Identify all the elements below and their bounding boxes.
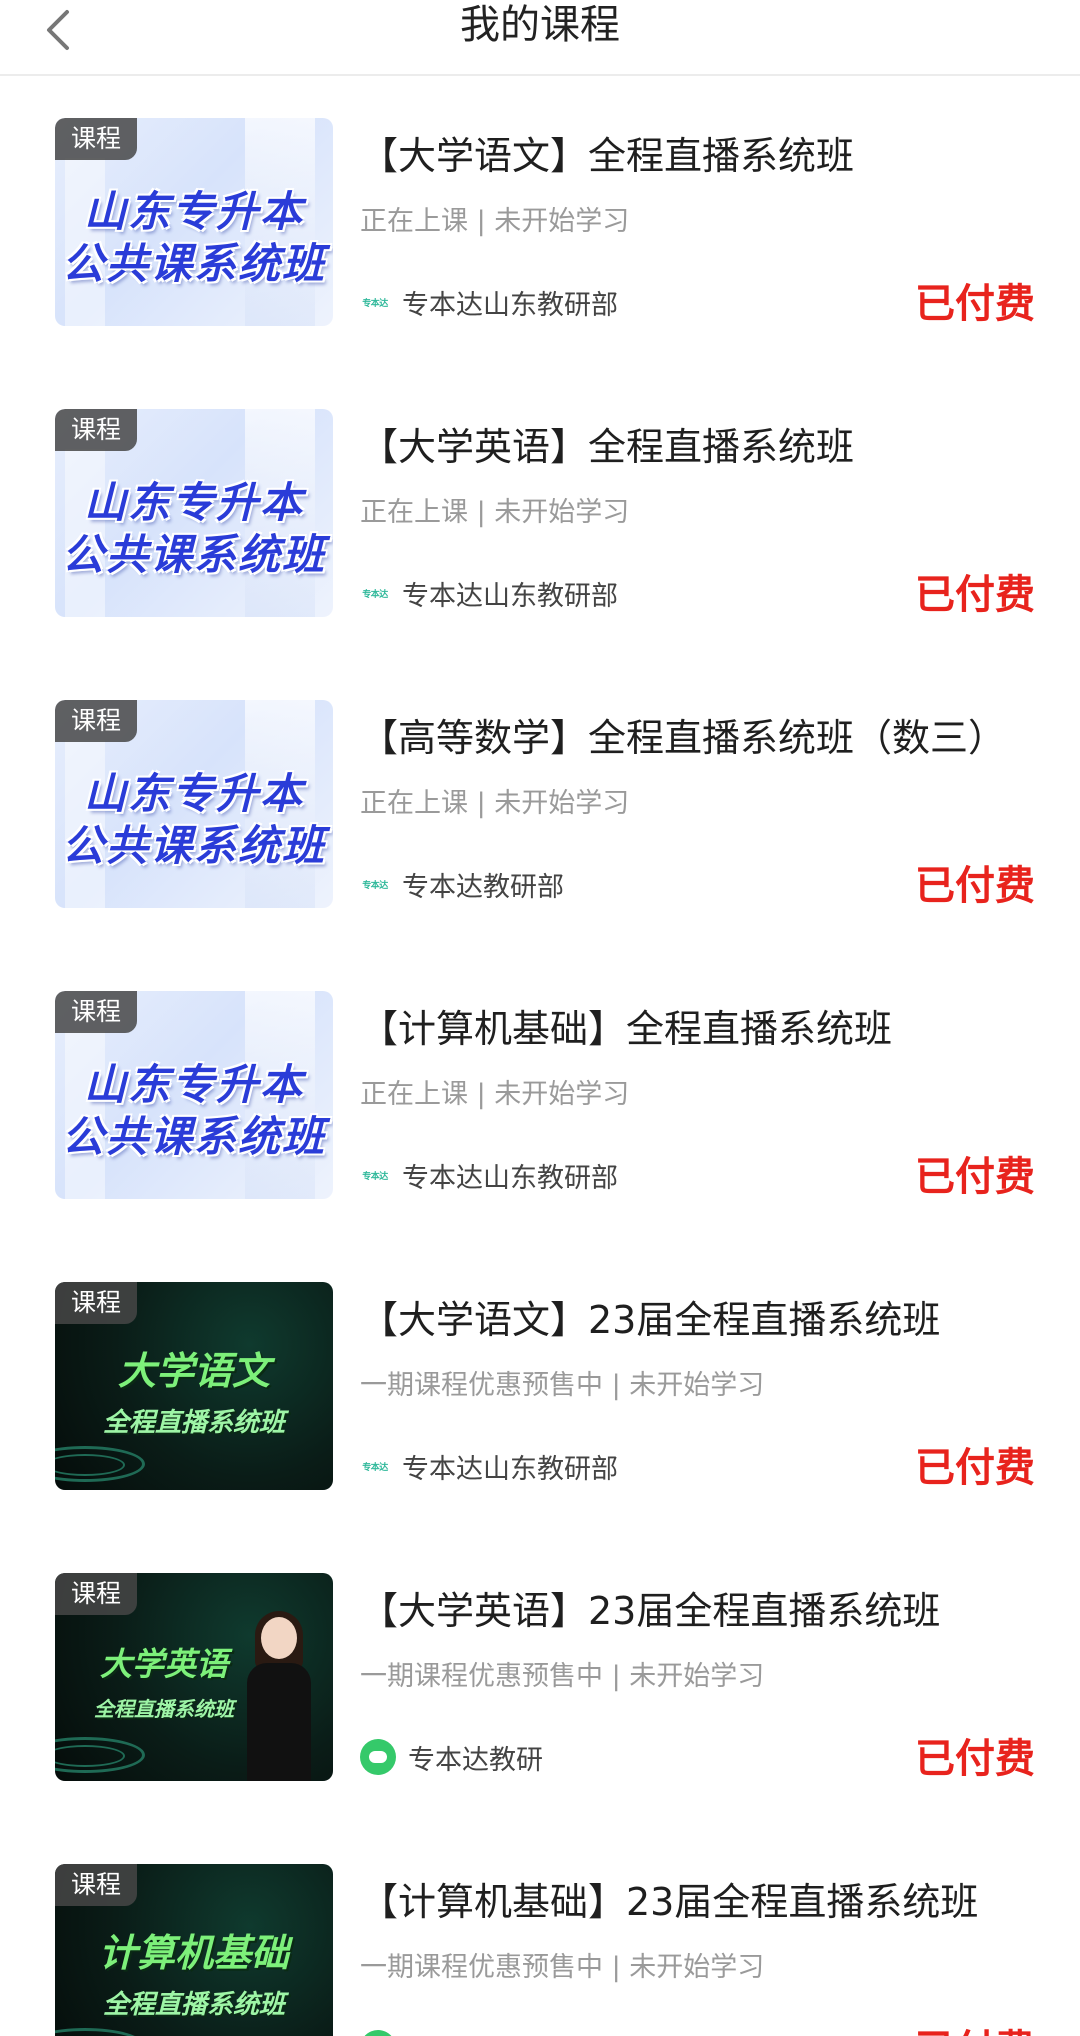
org-logo-icon: 专本达 — [362, 298, 388, 309]
thumbnail-title-line2: 公共课系统班 — [61, 530, 326, 579]
course-title: 【高等数学】全程直播系统班（数三） — [360, 716, 1007, 760]
course-thumbnail: 山东专升本 公共课系统班 课程 — [55, 118, 333, 326]
course-card[interactable]: 山东专升本 公共课系统班 课程 【计算机基础】全程直播系统班 正在上课 | 未开… — [0, 949, 1080, 1239]
course-type-tag: 课程 — [55, 1282, 138, 1324]
course-title: 【大学英语】23届全程直播系统班 — [360, 1589, 941, 1633]
course-status: 正在上课 | 未开始学习 — [360, 497, 630, 528]
paid-status-badge: 已付费 — [915, 1445, 1035, 1491]
course-title: 【大学语文】全程直播系统班 — [360, 134, 855, 178]
course-card[interactable]: 山东专升本 公共课系统班 课程 【大学语文】全程直播系统班 正在上课 | 未开始… — [0, 76, 1080, 366]
course-type-tag: 课程 — [55, 409, 138, 451]
top-nav-bar: 我的课程 — [0, 0, 1080, 76]
organization-name: 专本达山东教研部 — [402, 1162, 618, 1194]
course-status: 正在上课 | 未开始学习 — [360, 788, 630, 819]
course-card[interactable]: 大学英语 全程直播系统班 课程 【大学英语】23届全程直播系统班 一期课程优惠预… — [0, 1531, 1080, 1821]
organization-name: 专本达教研 — [408, 1744, 543, 1776]
paid-status-badge: 已付费 — [915, 2026, 1035, 2036]
course-type-tag: 课程 — [55, 1573, 138, 1615]
paid-status-badge: 已付费 — [915, 1736, 1035, 1782]
organization-name: 专本达山东教研部 — [402, 580, 618, 612]
course-type-tag: 课程 — [55, 991, 138, 1033]
org-logo-icon — [360, 1739, 396, 1775]
course-status: 正在上课 | 未开始学习 — [360, 1079, 630, 1110]
course-card[interactable]: 大学语文 全程直播系统班 课程 【大学语文】23届全程直播系统班 一期课程优惠预… — [0, 1240, 1080, 1530]
paid-status-badge: 已付费 — [915, 281, 1035, 327]
course-organization: 专本达 专本达山东教研部 — [360, 575, 618, 612]
thumbnail-title-line2: 公共课系统班 — [61, 1112, 326, 1161]
paid-status-badge: 已付费 — [915, 863, 1035, 909]
course-card[interactable]: 山东专升本 公共课系统班 课程 【高等数学】全程直播系统班（数三） 正在上课 |… — [0, 658, 1080, 948]
course-status: 一期课程优惠预售中 | 未开始学习 — [360, 1661, 765, 1692]
course-title: 【大学语文】23届全程直播系统班 — [360, 1298, 941, 1342]
course-type-tag: 课程 — [55, 700, 138, 742]
thumbnail-title-line2: 全程直播系统班 — [102, 1408, 285, 1438]
course-thumbnail: 大学英语 全程直播系统班 课程 — [55, 1573, 333, 1781]
organization-name: 专本达山东教研部 — [402, 1453, 618, 1485]
course-type-tag: 课程 — [55, 1864, 138, 1906]
org-logo-icon: 专本达 — [362, 1462, 388, 1473]
course-card[interactable]: 山东专升本 公共课系统班 课程 【大学英语】全程直播系统班 正在上课 | 未开始… — [0, 367, 1080, 657]
course-organization: 专本达 专本达山东教研部 — [360, 284, 618, 321]
course-organization: 专本达 专本达山东教研部 — [360, 1157, 618, 1194]
course-card[interactable]: 计算机基础 全程直播系统班 课程 【计算机基础】23届全程直播系统班 一期课程优… — [0, 1822, 1080, 2036]
org-logo-icon: 专本达 — [362, 880, 388, 891]
course-thumbnail: 山东专升本 公共课系统班 课程 — [55, 991, 333, 1199]
course-status: 一期课程优惠预售中 | 未开始学习 — [360, 1952, 765, 1983]
paid-status-badge: 已付费 — [915, 1154, 1035, 1200]
thumbnail-title-line1: 计算机基础 — [98, 1931, 289, 1975]
thumbnail-title-line2: 公共课系统班 — [61, 821, 326, 870]
org-logo-icon — [360, 2030, 396, 2036]
course-title: 【计算机基础】23届全程直播系统班 — [360, 1880, 979, 1924]
thumbnail-title-line1: 大学语文 — [117, 1349, 270, 1393]
course-thumbnail: 计算机基础 全程直播系统班 课程 — [55, 1864, 333, 2036]
paid-status-badge: 已付费 — [915, 572, 1035, 618]
page-title: 我的课程 — [460, 2, 620, 48]
org-logo-icon: 专本达 — [362, 1171, 388, 1182]
org-logo-icon: 专本达 — [362, 589, 388, 600]
thumb-decoration — [55, 2028, 145, 2036]
course-type-tag: 课程 — [55, 118, 138, 160]
thumbnail-title-line2: 公共课系统班 — [61, 239, 326, 288]
course-status: 一期课程优惠预售中 | 未开始学习 — [360, 1370, 765, 1401]
course-thumbnail: 山东专升本 公共课系统班 课程 — [55, 409, 333, 617]
course-status: 正在上课 | 未开始学习 — [360, 206, 630, 237]
course-organization: 专本达 专本达山东教研部 — [360, 1448, 618, 1485]
organization-name: 专本达山东教研部 — [402, 289, 618, 321]
course-thumbnail: 大学语文 全程直播系统班 课程 — [55, 1282, 333, 1490]
course-title: 【计算机基础】全程直播系统班 — [360, 1007, 893, 1051]
course-organization: 专本达教研 — [360, 1739, 543, 1776]
course-organization — [360, 2030, 408, 2036]
course-organization: 专本达 专本达教研部 — [360, 866, 564, 903]
thumbnail-title-line2: 全程直播系统班 — [102, 1990, 285, 2020]
course-thumbnail: 山东专升本 公共课系统班 课程 — [55, 700, 333, 908]
organization-name: 专本达教研部 — [402, 871, 564, 903]
thumbnail-title-line1: 大学英语 — [99, 1645, 228, 1683]
thumbnail-title-line2: 全程直播系统班 — [94, 1697, 234, 1721]
course-title: 【大学英语】全程直播系统班 — [360, 425, 855, 469]
